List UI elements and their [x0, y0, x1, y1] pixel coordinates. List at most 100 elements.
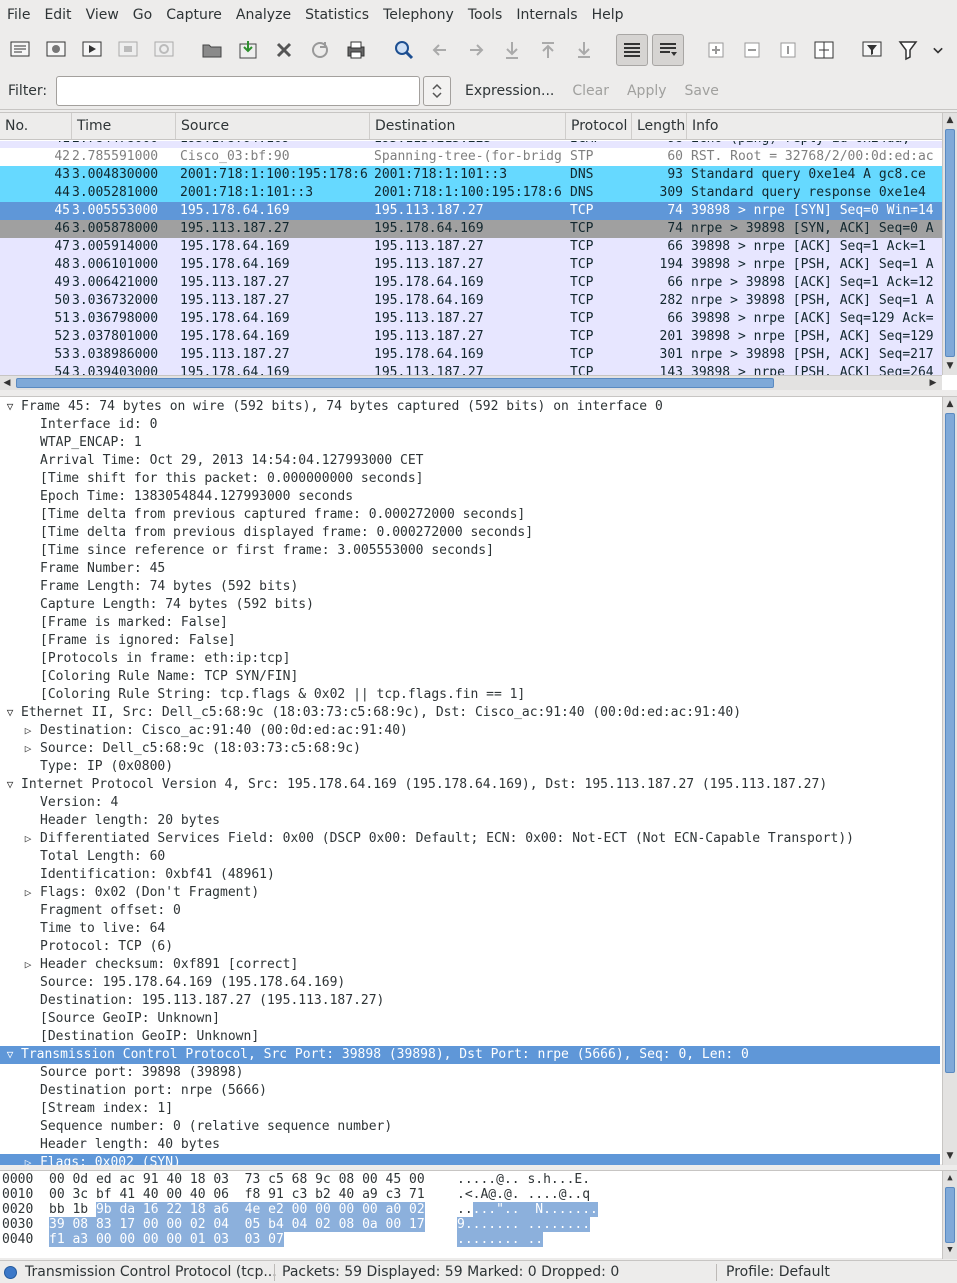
display-filters-button[interactable] [892, 34, 924, 66]
packet-row[interactable]: 45 3.005553000 195.178.64.169 195.113.187.2… [0, 202, 942, 220]
column-header-source[interactable]: Source [176, 113, 370, 139]
print-button[interactable] [340, 34, 372, 66]
scroll-down-arrow-icon[interactable]: ▼ [943, 359, 957, 373]
menu-capture[interactable]: Capture [159, 0, 229, 30]
go-back-button[interactable] [424, 34, 456, 66]
hex-row[interactable]: 0010 00 3c bf 41 40 00 40 06 f8 91 c3 b2 … [0, 1187, 940, 1202]
bytes-vertical-scrollbar[interactable]: ▲ ▼ [942, 1171, 957, 1259]
detail-row[interactable]: Frame Number: 45 [0, 560, 940, 578]
detail-row[interactable]: [Frame is ignored: False] [0, 632, 940, 650]
packet-list-horizontal-scrollbar[interactable]: ◀ ▶ [0, 375, 942, 390]
menu-internals[interactable]: Internals [509, 0, 584, 30]
detail-row[interactable]: [Time delta from previous displayed fram… [0, 524, 940, 542]
column-header-time[interactable]: Time [72, 113, 176, 139]
detail-row[interactable]: ▷ Source: Dell_c5:68:9c (18:03:73:c5:68:9… [0, 740, 940, 758]
first-packet-button[interactable] [532, 34, 564, 66]
clear-button[interactable]: Clear [568, 83, 613, 99]
scroll-up-arrow-icon[interactable]: ▲ [943, 397, 957, 411]
capture-filters-button[interactable] [856, 34, 888, 66]
detail-row[interactable]: [Time since reference or first frame: 3.… [0, 542, 940, 560]
collapsed-triangle-icon[interactable]: ▷ [20, 830, 36, 848]
collapsed-triangle-icon[interactable]: ▷ [20, 884, 36, 902]
detail-row[interactable]: ▷ Destination: Cisco_ac:91:40 (00:0d:ed:a… [0, 722, 940, 740]
resize-columns-button[interactable] [808, 34, 840, 66]
expanded-triangle-icon[interactable]: ▽ [2, 398, 18, 416]
detail-row[interactable]: ▽ Transmission Control Protocol, Src Port… [0, 1046, 940, 1064]
apply-button[interactable]: Apply [623, 83, 671, 99]
menu-tools[interactable]: Tools [461, 0, 510, 30]
detail-row[interactable]: [Coloring Rule Name: TCP SYN/FIN] [0, 668, 940, 686]
go-forward-button[interactable] [460, 34, 492, 66]
hex-row[interactable]: 0000 00 0d ed ac 91 40 18 03 73 c5 68 9c … [0, 1172, 940, 1187]
column-header-info[interactable]: Info [687, 113, 943, 139]
packet-row[interactable]: 49 3.006421000 195.113.187.27 195.178.64.16… [0, 274, 942, 292]
collapsed-triangle-icon[interactable]: ▷ [20, 956, 36, 974]
close-file-button[interactable] [268, 34, 300, 66]
detail-row[interactable]: [Time delta from previous captured frame… [0, 506, 940, 524]
menu-file[interactable]: File [0, 0, 37, 30]
packet-row[interactable]: 412.784478000195.178.64.169195.113.215.2… [0, 141, 942, 148]
save-file-button[interactable] [232, 34, 264, 66]
column-header-no[interactable]: No. [0, 113, 72, 139]
detail-row[interactable]: Destination: 195.113.187.27 (195.113.187… [0, 992, 940, 1010]
display-filter-input[interactable] [56, 75, 420, 106]
detail-row[interactable]: ▽ Frame 45: 74 bytes on wire (592 bits), … [0, 398, 940, 416]
detail-row[interactable]: WTAP_ENCAP: 1 [0, 434, 940, 452]
scroll-left-arrow-icon[interactable]: ◀ [0, 376, 14, 390]
packet-list-vertical-scrollbar[interactable]: ▲ ▼ [942, 113, 957, 375]
hex-row[interactable]: 0020 bb 1b 9b da 16 22 18 a6 4e e2 00 00 … [0, 1202, 940, 1217]
scroll-right-arrow-icon[interactable]: ▶ [926, 376, 940, 390]
save-filter-button[interactable]: Save [681, 83, 723, 99]
packet-row[interactable]: 47 3.005914000 195.178.64.169 195.113.187.2… [0, 238, 942, 256]
menu-telephony[interactable]: Telephony [376, 0, 461, 30]
detail-row[interactable]: Capture Length: 74 bytes (592 bits) [0, 596, 940, 614]
packet-row[interactable]: 54 3.039403000 195.178.64.169 195.113.187.2… [0, 364, 942, 375]
detail-row[interactable]: Identification: 0xbf41 (48961) [0, 866, 940, 884]
details-vertical-scrollbar[interactable]: ▲ ▼ [942, 397, 957, 1165]
menu-edit[interactable]: Edit [37, 0, 78, 30]
open-file-button[interactable] [196, 34, 228, 66]
packet-row[interactable]: 44 3.005281000 2001:718:1:101::3 2001:718:1… [0, 184, 942, 202]
go-to-packet-button[interactable] [496, 34, 528, 66]
detail-row[interactable]: Fragment offset: 0 [0, 902, 940, 920]
interface-list-button[interactable] [4, 34, 36, 66]
scroll-up-arrow-icon[interactable]: ▲ [943, 113, 957, 127]
detail-row[interactable]: Protocol: TCP (6) [0, 938, 940, 956]
menu-help[interactable]: Help [585, 0, 631, 30]
packet-row[interactable]: 46 3.005878000 195.113.187.27 195.178.64.16… [0, 220, 942, 238]
detail-row[interactable]: ▷ Flags: 0x02 (Don't Fragment) [0, 884, 940, 902]
detail-row[interactable]: Destination port: nrpe (5666) [0, 1082, 940, 1100]
status-profile[interactable]: Profile: Default [726, 1261, 830, 1283]
detail-row[interactable]: Version: 4 [0, 794, 940, 812]
bytes-scroll-thumb[interactable] [945, 1187, 955, 1243]
detail-row[interactable]: [Time shift for this packet: 0.000000000… [0, 470, 940, 488]
pane-splitter[interactable] [0, 1164, 957, 1169]
reload-button[interactable] [304, 34, 336, 66]
collapsed-triangle-icon[interactable]: ▷ [20, 722, 36, 740]
packet-list-scroll-thumb[interactable] [945, 129, 955, 357]
scroll-up-arrow-icon[interactable]: ▲ [943, 1171, 957, 1185]
column-header-destination[interactable]: Destination [370, 113, 566, 139]
details-scroll-thumb[interactable] [945, 413, 955, 1073]
detail-row[interactable]: [Stream index: 1] [0, 1100, 940, 1118]
colorize-button[interactable] [616, 34, 648, 66]
menu-statistics[interactable]: Statistics [298, 0, 376, 30]
filter-history-button[interactable] [423, 75, 451, 106]
detail-row[interactable]: [Destination GeoIP: Unknown] [0, 1028, 940, 1046]
packet-row[interactable]: 50 3.036732000 195.113.187.27 195.178.64.16… [0, 292, 942, 310]
start-capture-button[interactable] [76, 34, 108, 66]
detail-row[interactable]: Arrival Time: Oct 29, 2013 14:54:04.1279… [0, 452, 940, 470]
detail-row[interactable]: Epoch Time: 1383054844.127993000 seconds [0, 488, 940, 506]
detail-row[interactable]: ▷ Header checksum: 0xf891 [correct] [0, 956, 940, 974]
menu-analyze[interactable]: Analyze [229, 0, 298, 30]
column-header-protocol[interactable]: Protocol [566, 113, 632, 139]
normal-size-button[interactable] [772, 34, 804, 66]
detail-row[interactable]: Source port: 39898 (39898) [0, 1064, 940, 1082]
menu-view[interactable]: View [79, 0, 126, 30]
packet-row[interactable]: 52 3.037801000 195.178.64.169 195.113.187.2… [0, 328, 942, 346]
more-button[interactable] [928, 34, 948, 66]
detail-row[interactable]: ▽ Internet Protocol Version 4, Src: 195.1… [0, 776, 940, 794]
hex-row[interactable]: 0030 39 08 83 17 00 00 02 04 05 b4 04 02 … [0, 1217, 940, 1232]
detail-row[interactable]: Frame Length: 74 bytes (592 bits) [0, 578, 940, 596]
packet-row[interactable]: 42 2.785591000 Cisco_03:bf:90 Spanning-tree… [0, 148, 942, 166]
